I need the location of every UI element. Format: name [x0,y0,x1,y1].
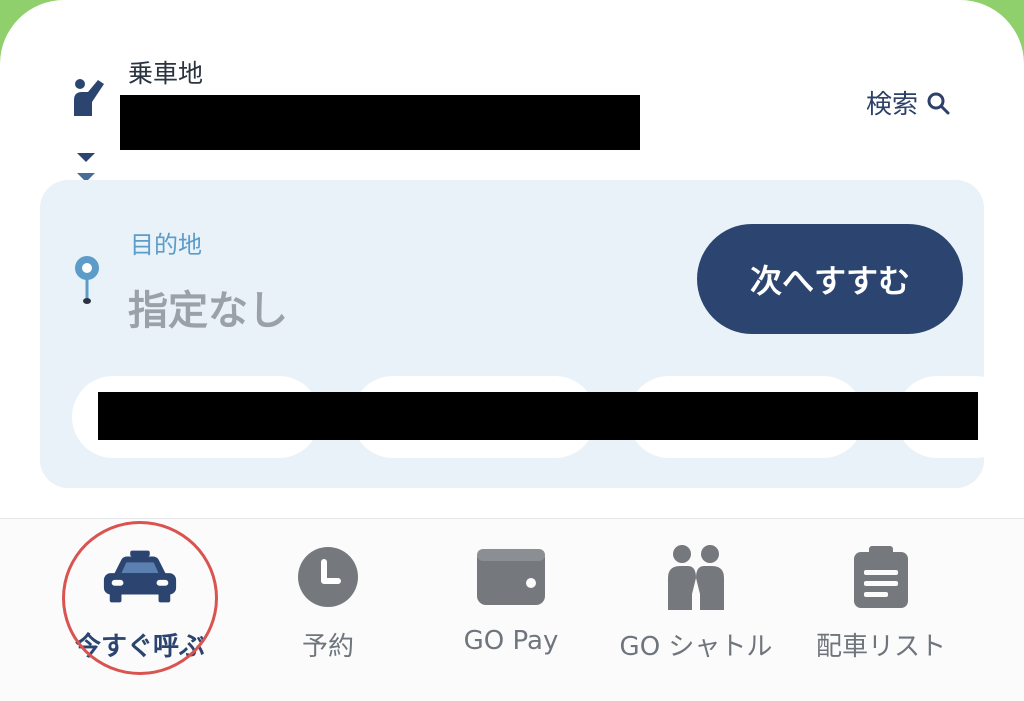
destination-input[interactable]: 指定なし [128,278,288,336]
tab-label: GO Pay [463,626,559,656]
tab-reservation[interactable]: 予約 [233,520,423,690]
location-pin-icon [75,256,99,304]
people-icon [668,545,724,610]
passenger-waving-icon [74,79,104,116]
tab-label: GO シャトル [619,632,773,662]
tab-label: 配車リスト [815,632,946,662]
tab-go-pay[interactable]: GO Pay [416,520,606,690]
tab-label: 予約 [301,632,354,662]
pickup-address-redacted[interactable] [120,95,640,150]
search-icon [927,92,950,114]
destination-label: 目的地 [130,231,202,259]
pickup-label: 乗車地 [128,59,204,88]
search-button[interactable]: 検索 [866,84,950,121]
saved-places-redacted [98,392,978,440]
clock-icon [298,547,358,607]
highlight-circle [62,521,218,675]
next-button[interactable]: 次へすすむ [697,224,963,334]
clipboard-icon [854,546,908,608]
tab-dispatch-list[interactable]: 配車リスト [786,520,976,690]
wallet-icon [477,549,545,605]
tab-go-shuttle[interactable]: GO シャトル [601,520,791,690]
search-label: 検索 [866,90,919,120]
